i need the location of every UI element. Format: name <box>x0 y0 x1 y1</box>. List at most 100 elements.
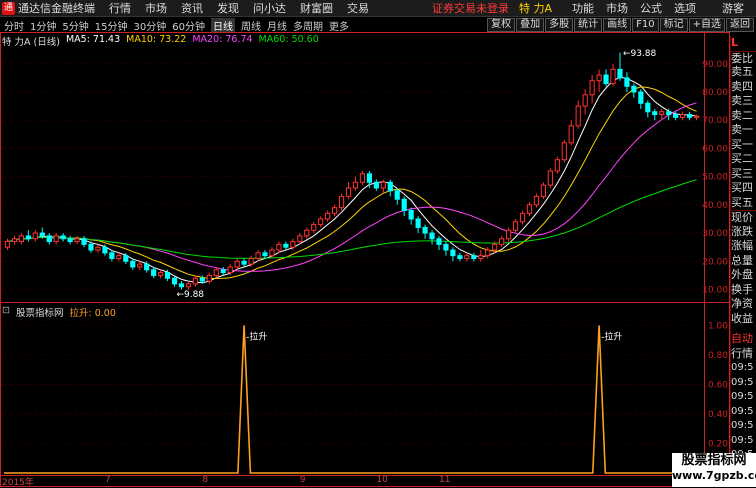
side-time-3: 09:5 <box>731 405 754 417</box>
date-axis: 2015年 7 8 9 10 11 <box>0 475 672 488</box>
candle <box>206 272 212 284</box>
candle-body <box>332 207 338 214</box>
side-label-15: 外盘 <box>731 268 753 281</box>
price-tick-5: 60.00 <box>702 144 728 154</box>
candle <box>74 235 80 245</box>
candle-body <box>116 255 122 259</box>
candle-body <box>311 224 317 231</box>
candle-body <box>95 246 101 251</box>
candle <box>18 233 24 245</box>
side-label-13: 涨幅 <box>731 239 753 252</box>
candle-body <box>39 232 45 237</box>
side-label-14: 总量 <box>731 253 753 267</box>
side-label-1: 卖五 <box>731 65 753 78</box>
candle <box>526 202 533 217</box>
quote-side-panel: L 委比 卖五 卖四 卖三 卖二 卖一 买一 买二 买三 买四 买五 现价 涨跌 涨幅 总量 外盘 换手 净资 收益… <box>730 36 756 487</box>
candle-body <box>561 142 567 161</box>
candle <box>158 269 164 279</box>
candle <box>338 193 345 211</box>
candle-body <box>603 74 609 85</box>
candle-body <box>554 159 560 172</box>
candle-body <box>53 235 59 243</box>
sub-tick-2: 0.40 <box>708 410 728 420</box>
candle-body <box>25 235 31 240</box>
candle <box>450 247 456 262</box>
candle-body <box>345 187 352 197</box>
candle-body <box>533 195 540 206</box>
candle-body <box>387 181 393 192</box>
candle <box>519 210 526 225</box>
candle-body <box>81 238 87 245</box>
date-tick-0: 2015年 <box>2 478 34 488</box>
candle <box>652 108 658 121</box>
side-label-9: 买四 <box>731 181 753 194</box>
l-badge[interactable]: L <box>731 36 756 51</box>
candle <box>617 52 623 81</box>
candle-body <box>519 212 526 223</box>
candle <box>554 156 560 174</box>
candle-body <box>325 212 331 220</box>
side-label-17: 净资 <box>731 297 753 310</box>
candle <box>332 204 338 217</box>
candle <box>4 238 11 251</box>
candle <box>137 261 143 270</box>
candle <box>241 258 247 267</box>
candle <box>422 224 428 239</box>
candle <box>192 275 198 287</box>
candle-body <box>526 204 533 214</box>
candle-body <box>248 257 254 265</box>
candle <box>185 281 192 290</box>
side-bottom-title[interactable]: 自动 <box>731 332 756 347</box>
candle-body <box>199 277 205 282</box>
price-tick-1: 20.00 <box>702 257 728 267</box>
candle-body <box>547 170 553 186</box>
candle <box>589 75 595 104</box>
candle <box>624 72 630 92</box>
candle-body <box>631 85 637 93</box>
candle <box>464 252 470 262</box>
candle-body <box>192 277 198 285</box>
price-tick-7: 80.00 <box>702 88 728 98</box>
candle-body <box>74 238 80 243</box>
back-button[interactable]: 返回 <box>726 18 754 32</box>
candle <box>276 241 282 253</box>
candle-body <box>464 255 470 259</box>
candle <box>373 179 379 191</box>
candle-body <box>130 260 136 268</box>
candle-body <box>109 252 115 259</box>
price-tick-6: 70.00 <box>702 116 728 126</box>
candle <box>436 235 442 251</box>
candle-body <box>540 184 546 197</box>
candle <box>471 252 477 262</box>
candle-body <box>693 115 700 118</box>
candle-body <box>485 249 491 257</box>
candle-body <box>206 274 212 282</box>
candle <box>457 252 463 262</box>
candle <box>582 89 588 115</box>
candle <box>283 241 289 251</box>
signal-label-1: -拉升 <box>601 330 622 342</box>
candle-body <box>11 238 18 243</box>
candle <box>408 207 414 225</box>
candle-body <box>596 74 602 82</box>
side-label-11: 现价 <box>731 210 756 225</box>
side-label-18: 收益 <box>731 311 753 325</box>
side-time-2: 09:5 <box>731 391 754 402</box>
ma60-line <box>7 179 697 259</box>
kline-chart[interactable]: -拉升 -拉升 10.0020.0030.0040.0050.0060.0070.… <box>0 0 730 487</box>
candle-body <box>638 91 644 104</box>
candle-body <box>18 235 24 243</box>
candle-body <box>512 221 519 231</box>
candle-body <box>610 68 616 85</box>
candle <box>60 233 66 242</box>
candle-body <box>171 277 178 285</box>
candle <box>499 235 505 248</box>
candle <box>561 139 567 163</box>
candle-body <box>60 235 66 240</box>
candle <box>387 179 393 197</box>
candle-body <box>269 249 275 257</box>
candle <box>81 235 87 248</box>
price-tick-8: 90.00 <box>702 60 728 70</box>
candle-body <box>652 111 658 116</box>
candle <box>151 266 157 279</box>
